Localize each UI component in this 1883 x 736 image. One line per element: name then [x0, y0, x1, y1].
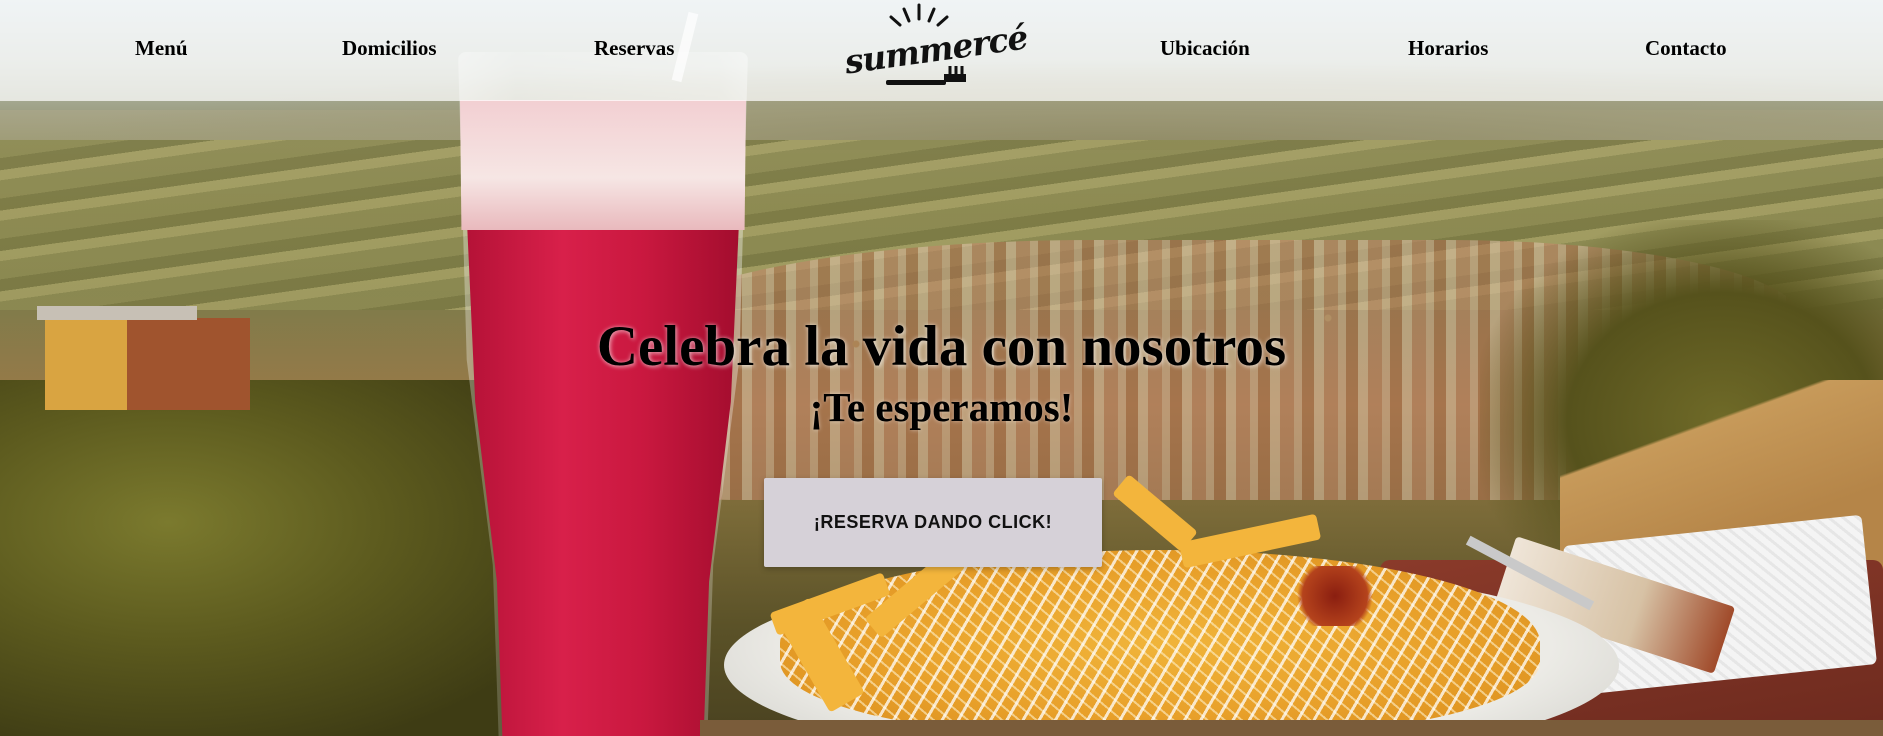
- nav-ubicacion-link[interactable]: Ubicación: [1160, 36, 1250, 61]
- hero-subtitle: ¡Te esperamos!: [809, 384, 1074, 430]
- nav-contacto-link[interactable]: Contacto: [1645, 36, 1727, 61]
- nav-reservas-link[interactable]: Reservas: [594, 36, 674, 61]
- table-image: [700, 720, 1883, 736]
- drink-foam-image: [460, 100, 746, 230]
- nav-domicilios-link[interactable]: Domicilios: [342, 36, 437, 61]
- nav-horarios-link[interactable]: Horarios: [1408, 36, 1488, 61]
- drink-juice-image: [467, 222, 739, 736]
- top-navbar: Menú Domicilios Reservas summercé Ubicac…: [0, 0, 1883, 101]
- hero-section: Menú Domicilios Reservas summercé Ubicac…: [0, 0, 1883, 736]
- hero-background-trees-left: [0, 380, 560, 736]
- hero-title: Celebra la vida con nosotros: [596, 315, 1287, 378]
- nav-menu-link[interactable]: Menú: [135, 36, 188, 61]
- sauce-image: [1290, 566, 1380, 626]
- reserve-button[interactable]: ¡RESERVA DANDO CLICK!: [764, 478, 1102, 567]
- salchipapa-image: [780, 550, 1540, 736]
- summerce-logo[interactable]: summercé: [838, 2, 1030, 94]
